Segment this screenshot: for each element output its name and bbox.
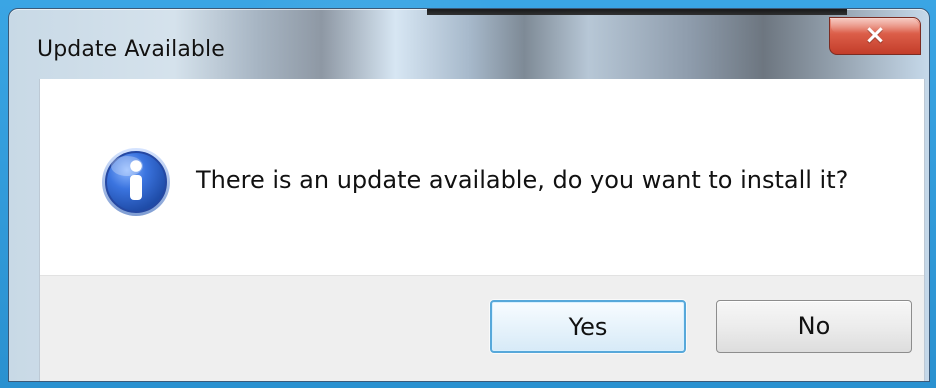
dialog-message: There is an update available, do you wan… — [196, 166, 849, 194]
close-button[interactable]: × — [829, 17, 921, 55]
dialog-window: Update Available × There is an update av… — [8, 8, 930, 382]
no-button[interactable]: No — [716, 300, 912, 353]
button-area: Yes No — [40, 275, 924, 381]
close-icon: × — [864, 20, 886, 50]
window-title: Update Available — [37, 37, 225, 62]
title-bar[interactable]: Update Available × — [9, 9, 929, 79]
info-icon — [100, 146, 172, 218]
desktop-background: Update Available × There is an update av… — [0, 0, 936, 388]
message-area: There is an update available, do you wan… — [40, 79, 924, 275]
dialog-client-area: There is an update available, do you wan… — [39, 79, 925, 381]
yes-button[interactable]: Yes — [490, 300, 686, 353]
